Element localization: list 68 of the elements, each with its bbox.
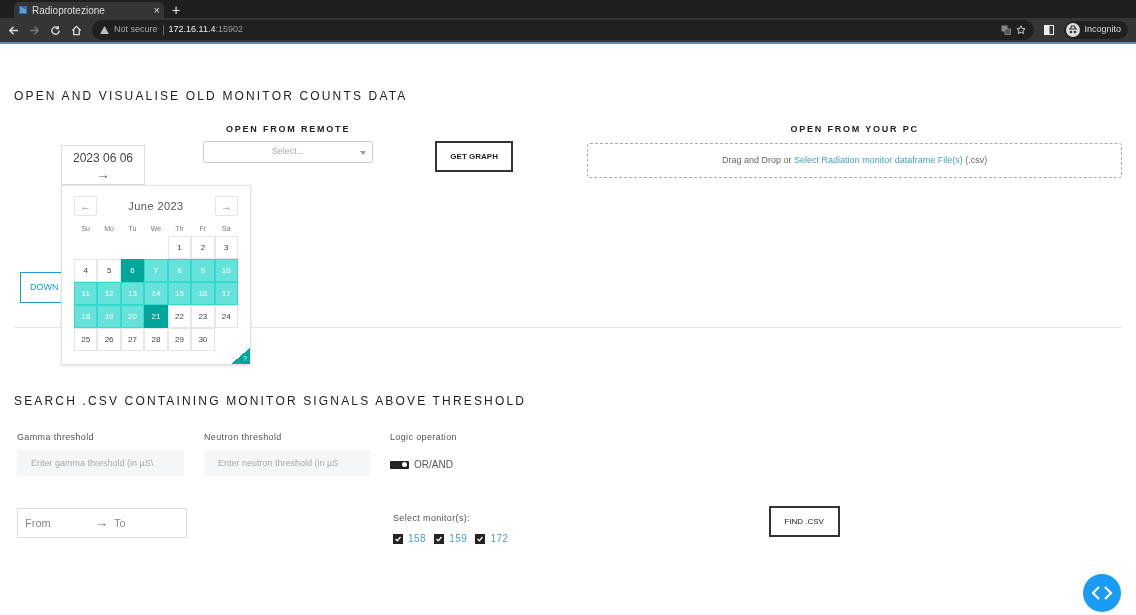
get-graph-button[interactable]: GET GRAPH — [435, 141, 514, 172]
code-icon — [1091, 586, 1113, 600]
checkbox[interactable] — [434, 533, 445, 544]
security-label: Not secure — [114, 23, 158, 37]
incognito-badge[interactable]: Incognito — [1064, 21, 1128, 39]
calendar-day[interactable]: 26 — [97, 328, 121, 351]
monitor-label: 172 — [490, 532, 509, 546]
remote-label: OPEN FROM REMOTE — [225, 123, 351, 135]
forward-icon[interactable] — [29, 24, 40, 36]
calendar-day[interactable]: 27 — [120, 328, 145, 351]
calendar-day[interactable]: 4 — [74, 259, 98, 282]
url-text: 172.16.11.4:15902 — [168, 23, 243, 37]
tab-title: Radioprotezione — [32, 3, 106, 18]
section-title: SEARCH .CSV CONTAINING MONITOR SIGNALS ABOVE THRESHOLD — [14, 394, 528, 408]
calendar-day[interactable]: 30 — [191, 328, 215, 351]
calendar-day[interactable]: 5 — [97, 259, 121, 282]
field-label: Gamma threshold — [17, 431, 95, 443]
calendar-month: June 2023 — [128, 198, 184, 214]
section-title: OPEN AND VISUALISE OLD MONITOR COUNTS DATA — [14, 89, 409, 103]
browser-tab[interactable]: Radioprotezione × — [14, 2, 164, 18]
translate-icon[interactable] — [1001, 25, 1012, 35]
checkbox[interactable] — [475, 533, 486, 544]
start-date: 2023 06 06 — [73, 151, 134, 166]
field-label: Neutron threshold — [204, 431, 283, 443]
threshold-input[interactable]: Enter neutron threshold (in µS — [204, 450, 370, 476]
calendar-day[interactable]: 1 — [167, 236, 192, 259]
from-date: From — [25, 515, 52, 531]
warning-icon — [100, 26, 109, 34]
incognito-icon — [1066, 23, 1081, 37]
tab-close-button[interactable]: × — [153, 4, 160, 16]
date-range-field[interactable]: 2023 06 06 → — [61, 145, 146, 185]
side-panel-icon[interactable] — [1044, 25, 1055, 35]
next-month-button[interactable]: → — [215, 196, 238, 216]
profile-label: Incognito — [1084, 23, 1121, 37]
calendar-day[interactable]: 2 — [191, 236, 215, 259]
monitor-label: 158 — [408, 532, 427, 546]
threshold-input[interactable]: Enter gamma threshold (in µS\ — [17, 450, 184, 476]
find-csv-button[interactable]: FIND .CSV — [768, 506, 840, 537]
file-drop-zone[interactable]: Drag and Drop or Select Radiation monitor dataframe File(s) (.csv) — [587, 143, 1122, 178]
toggle-label: OR/AND — [414, 458, 453, 472]
drop-instructions: Drag and Drop or Select Radiation monitor dataframe File(s) (.csv) — [722, 153, 988, 167]
range-arrow: → — [95, 514, 108, 533]
reload-icon[interactable] — [50, 24, 61, 36]
logic-toggle[interactable] — [390, 460, 409, 469]
pc-label: OPEN FROM YOUR PC — [790, 123, 919, 135]
calendar-day[interactable]: 22 — [167, 305, 192, 328]
monitor-label: 159 — [449, 532, 468, 546]
dropdown-caret-icon — [360, 151, 367, 155]
calendar-day[interactable]: 28 — [144, 328, 168, 351]
field-label: Logic operation — [390, 431, 457, 443]
monitors-label: Select monitor(s): — [393, 512, 471, 524]
new-tab-button[interactable]: + — [172, 2, 181, 18]
calendar-day[interactable]: 3 — [214, 236, 238, 259]
address-bar[interactable]: Not secure 172.16.11.4:15902 — [92, 20, 1035, 40]
home-icon[interactable] — [71, 24, 82, 36]
checkbox[interactable] — [393, 533, 403, 544]
calendar-day[interactable]: 24 — [214, 305, 238, 328]
calendar-day[interactable]: 25 — [74, 328, 98, 351]
back-icon[interactable] — [8, 24, 19, 36]
calendar-day[interactable]: 23 — [191, 305, 215, 328]
date-range-field[interactable]: From → To — [17, 508, 187, 538]
site-logo-icon — [18, 5, 28, 15]
range-arrow: → — [96, 166, 110, 184]
star-icon[interactable] — [1016, 25, 1027, 35]
previous-month-button[interactable]: ← — [74, 196, 97, 216]
calendar-day[interactable]: 29 — [167, 328, 192, 351]
code-toggle-button[interactable] — [1083, 574, 1121, 612]
to-date: To — [114, 515, 126, 531]
